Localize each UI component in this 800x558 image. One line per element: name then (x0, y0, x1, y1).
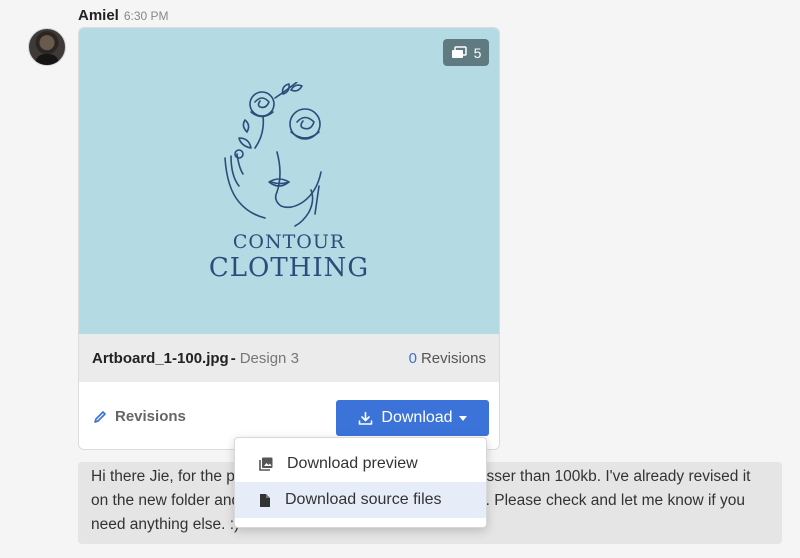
brand-line-2: CLOTHING (208, 253, 370, 283)
download-preview-item[interactable]: Download preview (235, 446, 486, 482)
message-time: 6:30 PM (123, 9, 169, 23)
author-name[interactable]: Amiel (78, 7, 119, 24)
avatar[interactable] (28, 28, 66, 66)
revision-count-label: Revisions (420, 349, 486, 367)
message-header: Amiel 6:30 PM (78, 7, 169, 25)
pencil-icon (94, 410, 106, 423)
file-name[interactable]: Artboard_1-100.jpg (92, 350, 229, 367)
stacked-images-icon (451, 45, 467, 58)
revisions-button[interactable]: Revisions (93, 408, 186, 425)
download-label: Download (381, 409, 453, 426)
file-icon (260, 493, 270, 507)
file-info-bar: Artboard_1-100.jpg - Design 3 0 Revisions (79, 334, 499, 382)
download-dropdown-menu: Download preview Download source files (234, 437, 487, 528)
contour-clothing-logo (224, 82, 322, 227)
download-source-files-label: Download source files (285, 491, 442, 508)
download-button[interactable]: Download (336, 400, 489, 436)
attachment-card: 5 CONTOUR CLOTHING Artboard_1-100.jpg - … (78, 27, 500, 450)
image-count-badge[interactable]: 5 (443, 39, 489, 66)
file-separator: - (230, 349, 236, 367)
brand-line-1: CONTOUR (232, 231, 346, 253)
chevron-down-icon (458, 415, 467, 421)
revision-count[interactable]: 0 Revisions (409, 350, 486, 367)
download-icon (359, 411, 373, 425)
design-label: Design 3 (239, 349, 299, 367)
download-preview-label: Download preview (287, 455, 418, 472)
image-gallery-icon (259, 457, 273, 471)
revision-count-number: 0 (408, 349, 417, 367)
download-source-files-item[interactable]: Download source files (235, 482, 486, 518)
image-preview[interactable]: 5 CONTOUR CLOTHING (79, 28, 499, 334)
revisions-label: Revisions (115, 408, 186, 425)
image-count: 5 (473, 44, 482, 61)
